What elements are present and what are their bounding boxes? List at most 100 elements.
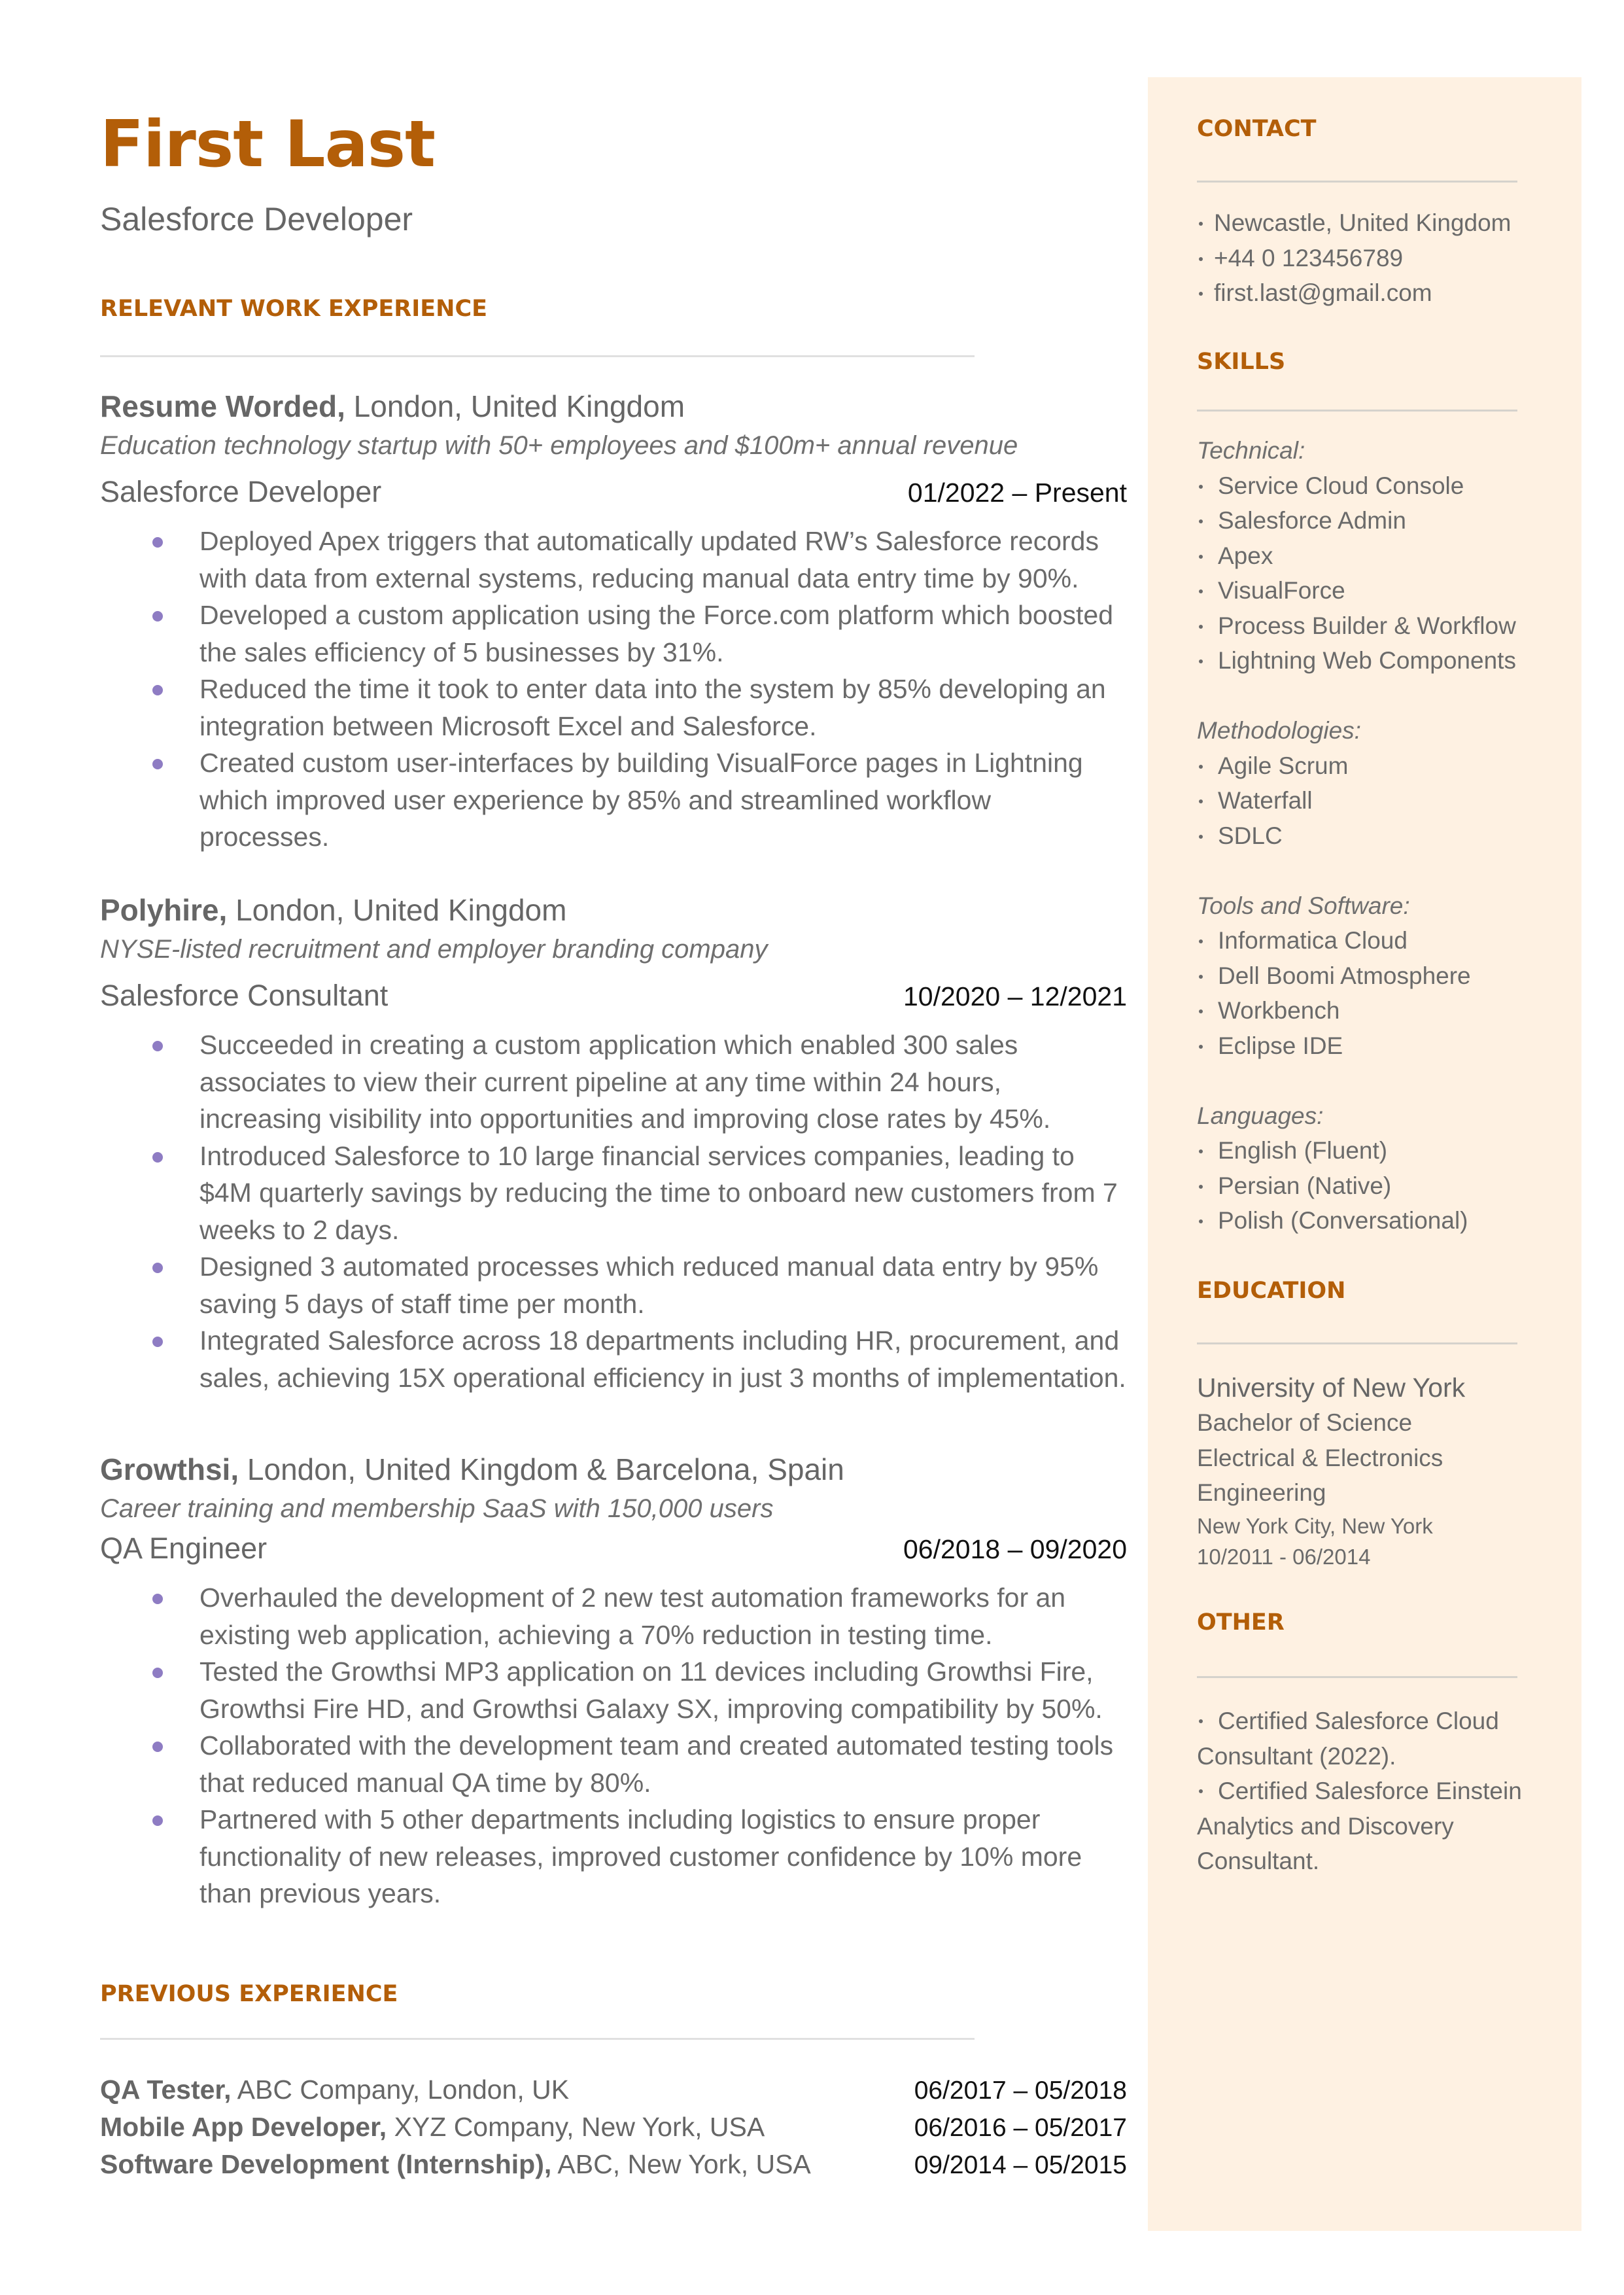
bullet-dot-icon — [152, 611, 163, 622]
previous-role-dates: 06/2016 – 05/2017 — [914, 2114, 1127, 2142]
section-divider — [1197, 1342, 1517, 1344]
bullet-dot-icon — [1199, 799, 1203, 803]
skills-category-label: Tools and Software: — [1197, 892, 1410, 919]
skill-item: Lightning Web Components — [1197, 643, 1516, 678]
skill-item: Dell Boomi Atmosphere — [1197, 958, 1516, 994]
education-school: University of New York — [1197, 1373, 1466, 1403]
bullet-dot-icon — [152, 1742, 163, 1752]
previous-experience-row: Software Development (Internship), ABC, … — [100, 2146, 1127, 2183]
other-list: Certified Salesforce Cloud Consultant (2… — [1197, 1704, 1524, 1879]
skill-item: Service Cloud Console — [1197, 468, 1516, 504]
bullet-dot-icon — [1199, 519, 1203, 523]
role-dates: 10/2020 – 12/2021 — [903, 981, 1127, 1011]
achievement-text: Created custom user-interfaces by buildi… — [199, 748, 1083, 852]
previous-experience-row: QA Tester, ABC Company, London, UK 06/20… — [100, 2071, 1127, 2109]
company-name: Polyhire, — [100, 893, 228, 927]
achievement-text: Tested the Growthsi MP3 application on 1… — [199, 1656, 1103, 1724]
achievement-text: Reduced the time it took to enter data i… — [199, 674, 1106, 741]
role-title: Salesforce Developer — [100, 475, 382, 508]
contact-phone[interactable]: +44 0 123456789 — [1197, 241, 1512, 276]
bullet-dot-icon — [152, 537, 163, 548]
bullet-dot-icon — [1199, 1219, 1203, 1223]
achievement-item: Overhauled the development of 2 new test… — [100, 1579, 1127, 1653]
previous-role-dates: 06/2017 – 05/2018 — [914, 2076, 1127, 2105]
previous-role-dates: 09/2014 – 05/2015 — [914, 2151, 1127, 2179]
achievement-text: Designed 3 automated processes which red… — [199, 1252, 1099, 1319]
bullet-dot-icon — [1199, 1009, 1203, 1013]
achievement-list: Overhauled the development of 2 new test… — [100, 1579, 1127, 1912]
role-row: QA Engineer 06/2018 – 09/2020 — [100, 1528, 1127, 1570]
bullet-dot-icon — [1199, 1184, 1203, 1189]
achievement-text: Deployed Apex triggers that automaticall… — [199, 526, 1099, 593]
skills-category-label: Methodologies: — [1197, 717, 1361, 744]
education-field: Electrical & Electronics — [1197, 1444, 1443, 1471]
achievement-item: Reduced the time it took to enter data i… — [100, 671, 1127, 745]
skills-list: Technical: Service Cloud Console Salesfo… — [1197, 433, 1516, 1238]
company-description: NYSE-listed recruitment and employer bra… — [100, 935, 768, 964]
bullet-dot-icon — [1199, 1789, 1203, 1793]
contact-email[interactable]: first.last@gmail.com — [1197, 275, 1512, 311]
achievement-item: Introduced Salesforce to 10 large financ… — [100, 1138, 1127, 1249]
skill-item: Eclipse IDE — [1197, 1028, 1516, 1064]
previous-role-detail: ABC Company, London, UK — [231, 2075, 570, 2105]
previous-role-title: Software Development (Internship), — [100, 2149, 552, 2179]
role-dates: 01/2022 – Present — [907, 478, 1127, 508]
section-divider — [1197, 410, 1517, 412]
section-divider — [100, 355, 975, 357]
certification-item: Certified Salesforce Cloud Consultant (2… — [1197, 1708, 1499, 1770]
job-entry: Growthsi, London, United Kingdom & Barce… — [100, 1449, 1127, 1912]
skill-item: Waterfall — [1197, 783, 1516, 818]
bullet-dot-icon — [1199, 589, 1203, 593]
achievement-text: Introduced Salesforce to 10 large financ… — [199, 1140, 1118, 1245]
company-location: London, United Kingdom & Barcelona, Spai… — [239, 1452, 844, 1486]
role-title: QA Engineer — [100, 1532, 268, 1565]
bullet-dot-icon — [152, 1815, 163, 1826]
achievement-item: Succeeded in creating a custom applicati… — [100, 1026, 1127, 1138]
achievement-item: Partnered with 5 other departments inclu… — [100, 1801, 1127, 1912]
skills-group-methodologies: Methodologies: Agile Scrum Waterfall SDL… — [1197, 713, 1516, 853]
bullet-dot-icon — [152, 685, 163, 695]
achievement-item: Collaborated with the development team a… — [100, 1727, 1127, 1801]
contact-list: Newcastle, United Kingdom +44 0 12345678… — [1197, 205, 1512, 311]
skill-item: Agile Scrum — [1197, 748, 1516, 784]
bullet-dot-icon — [1199, 222, 1203, 226]
previous-role-title: Mobile App Developer, — [100, 2112, 387, 2142]
section-divider — [1197, 1676, 1517, 1678]
bullet-dot-icon — [1199, 764, 1203, 769]
company-location: London, United Kingdom — [345, 389, 685, 423]
bullet-dot-icon — [152, 1041, 163, 1051]
achievement-list: Succeeded in creating a custom applicati… — [100, 1026, 1127, 1396]
achievement-item: Created custom user-interfaces by buildi… — [100, 745, 1127, 856]
section-heading-other: OTHER — [1197, 1609, 1285, 1636]
company-line: Growthsi, London, United Kingdom & Barce… — [100, 1449, 1127, 1490]
skill-item: Salesforce Admin — [1197, 503, 1516, 538]
bullet-dot-icon — [1199, 484, 1203, 489]
section-divider — [100, 2038, 975, 2040]
bullet-dot-icon — [1199, 974, 1203, 979]
job-entry: Resume Worded, London, United Kingdom Ed… — [100, 386, 1127, 856]
candidate-title: Salesforce Developer — [100, 201, 413, 237]
education-entry: University of New York Bachelor of Scien… — [1197, 1370, 1465, 1572]
previous-role-detail: XYZ Company, New York, USA — [387, 2112, 765, 2142]
skill-item: Apex — [1197, 538, 1516, 574]
previous-experience-list: QA Tester, ABC Company, London, UK 06/20… — [100, 2071, 1127, 2183]
skills-category-label: Languages: — [1197, 1102, 1324, 1129]
skills-group-languages: Languages: English (Fluent) Persian (Nat… — [1197, 1098, 1516, 1238]
bullet-dot-icon — [1199, 1044, 1203, 1049]
section-heading-work-experience: RELEVANT WORK EXPERIENCE — [100, 296, 488, 322]
section-divider — [1197, 181, 1517, 183]
skills-group-technical: Technical: Service Cloud Console Salesfo… — [1197, 433, 1516, 678]
company-line: Polyhire, London, United Kingdom — [100, 890, 1127, 930]
bullet-dot-icon — [1199, 939, 1203, 943]
certification-item: Certified Salesforce Einstein Analytics … — [1197, 1778, 1522, 1874]
skill-item: English (Fluent) — [1197, 1133, 1516, 1168]
bullet-dot-icon — [1199, 659, 1203, 663]
role-row: Salesforce Consultant 10/2020 – 12/2021 — [100, 975, 1127, 1017]
contact-location: Newcastle, United Kingdom — [1197, 205, 1512, 241]
job-entry: Polyhire, London, United Kingdom NYSE-li… — [100, 890, 1127, 1396]
previous-experience-row: Mobile App Developer, XYZ Company, New Y… — [100, 2109, 1127, 2146]
candidate-name: First Last — [100, 107, 436, 182]
bullet-dot-icon — [1199, 292, 1203, 296]
bullet-dot-icon — [152, 1668, 163, 1678]
skills-group-tools: Tools and Software: Informatica Cloud De… — [1197, 888, 1516, 1064]
